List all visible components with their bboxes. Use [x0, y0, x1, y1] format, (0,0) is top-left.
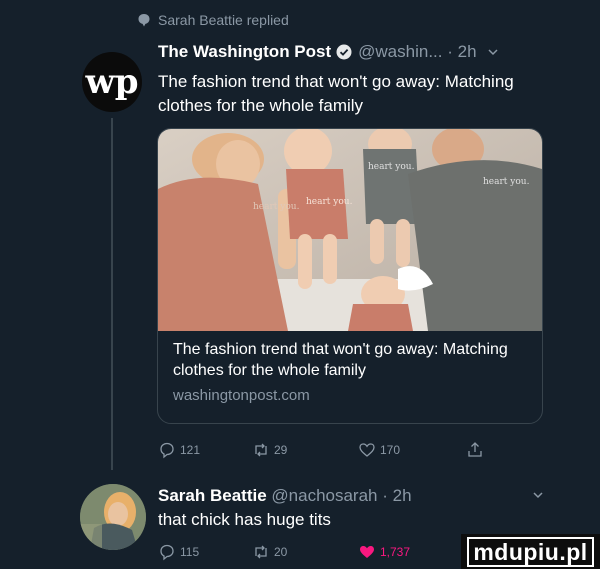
heart-filled-icon	[360, 546, 374, 558]
original-tweet-header: The Washington Post @washin... · 2h	[158, 42, 499, 62]
tweet-time[interactable]: 2h	[458, 42, 477, 62]
reply-context: Sarah Beattie replied	[138, 12, 289, 28]
avatar-photo	[80, 484, 146, 550]
washington-post-avatar[interactable]: wp	[82, 52, 142, 112]
reply-tweet-time[interactable]: 2h	[393, 486, 412, 506]
card-domain: washingtonpost.com	[173, 387, 310, 404]
heart-icon	[359, 443, 375, 457]
sarah-beattie-avatar[interactable]	[80, 484, 146, 550]
reply-like-button[interactable]: 1,737	[358, 543, 466, 561]
like-button[interactable]: 170	[358, 441, 466, 459]
share-button[interactable]	[466, 441, 484, 459]
reply-reply-button[interactable]: 115	[158, 543, 252, 561]
reply-tweet-text: that chick has huge tits	[158, 510, 331, 529]
speech-bubble-icon	[138, 14, 150, 27]
like-count: 170	[380, 443, 401, 457]
site-watermark: mdupiu.pl	[461, 534, 600, 569]
reply-author-name[interactable]: Sarah Beattie	[158, 486, 267, 506]
reply-like-count: 1,737	[380, 545, 411, 559]
reply-context-text: Sarah Beattie replied	[158, 12, 289, 28]
wp-logo: wp	[85, 62, 139, 102]
card-title: The fashion trend that won't go away: Ma…	[173, 341, 508, 379]
reply-retweet-button[interactable]: 20	[252, 543, 358, 561]
reply-icon	[160, 442, 174, 459]
retweet-count: 29	[274, 443, 288, 457]
reply-tweet-header: Sarah Beattie @nachosarah · 2h	[158, 486, 412, 506]
dot-separator: ·	[442, 42, 458, 61]
link-card[interactable]: heart you. heart you. heart you. heart y…	[157, 128, 543, 424]
reply-dot-separator: ·	[377, 486, 393, 505]
shirt-text-3: heart you.	[483, 177, 530, 187]
reply-button[interactable]: 121	[158, 441, 252, 459]
reply-author-handle[interactable]: @nachosarah	[271, 486, 377, 506]
reply-retweet-count: 20	[274, 545, 288, 559]
shirt-text-2: heart you.	[368, 162, 415, 172]
reply-tweet-actions: 115 20 1,737	[158, 543, 484, 561]
verified-badge-icon	[336, 44, 352, 60]
tweet-text: The fashion trend that won't go away: Ma…	[158, 72, 514, 115]
reply-chevron-down-icon[interactable]	[532, 489, 544, 501]
chevron-down-icon[interactable]	[487, 46, 499, 58]
original-tweet-actions: 121 29 170	[158, 441, 484, 459]
thread-line	[111, 118, 113, 470]
shirt-text-1: heart you.	[306, 197, 353, 207]
card-photo: heart you. heart you. heart you. heart y…	[158, 129, 542, 331]
reply-reply-count: 115	[180, 545, 200, 559]
author-handle[interactable]: @washin...	[358, 42, 442, 62]
shirt-text-4: heart you.	[253, 202, 300, 212]
watermark-text: mdupiu.pl	[467, 536, 594, 567]
retweet-button[interactable]: 29	[252, 441, 358, 459]
reply-icon	[160, 544, 174, 561]
retweet-icon	[255, 443, 267, 457]
reply-count: 121	[180, 443, 201, 457]
share-icon	[468, 442, 482, 457]
retweet-icon	[255, 545, 267, 559]
author-name[interactable]: The Washington Post	[158, 42, 331, 62]
